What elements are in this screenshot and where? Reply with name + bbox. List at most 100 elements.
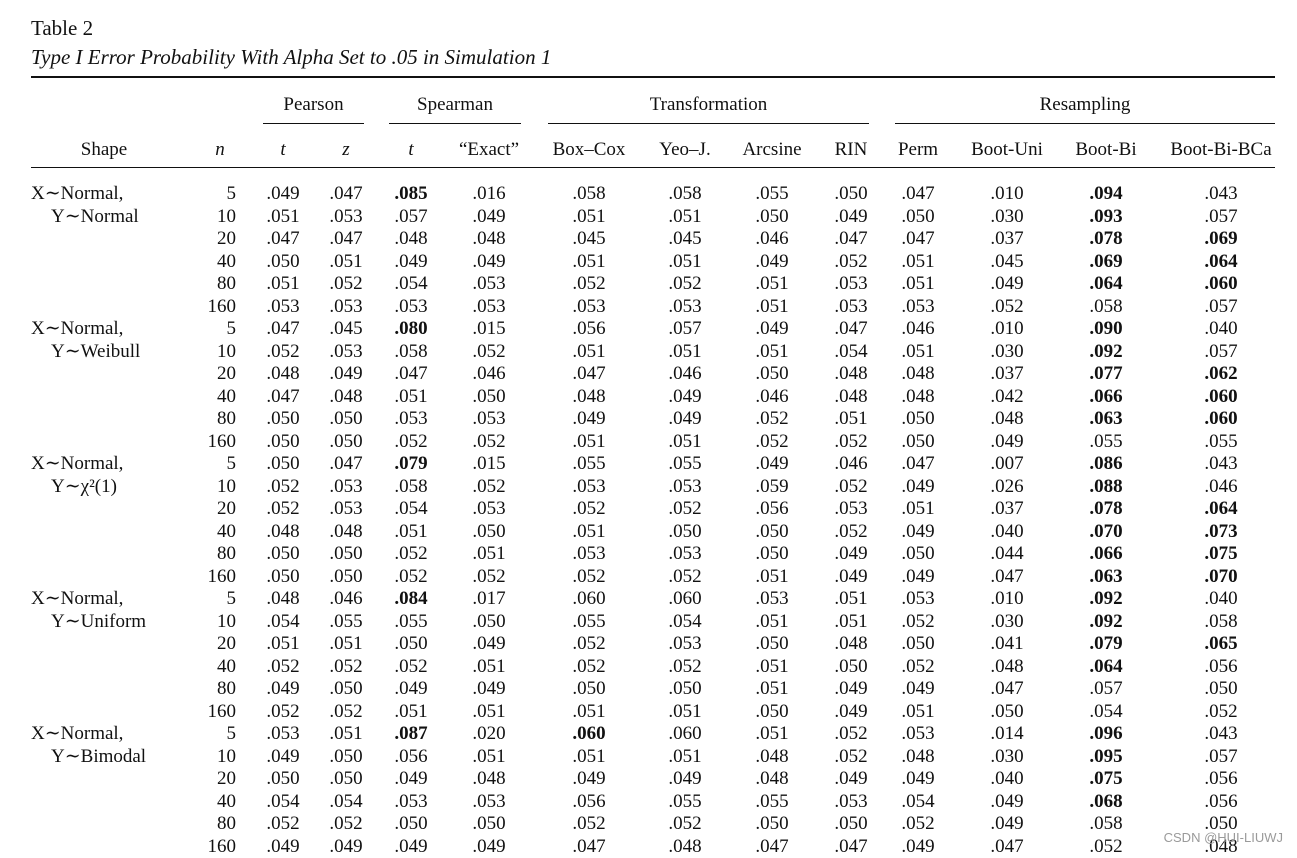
table-cell: .092 — [1089, 588, 1123, 609]
table-cell: .050 — [329, 430, 363, 452]
table-cell: .052 — [572, 813, 606, 834]
table-cell: .050 — [668, 678, 702, 699]
table-cell: .063 — [1089, 408, 1123, 429]
table-cell: .051 — [266, 633, 300, 654]
table-cell: .051 — [901, 250, 935, 272]
table-cell: .058 — [572, 183, 606, 204]
table-cell: .049 — [472, 835, 506, 857]
table-cell: .052 — [834, 475, 868, 497]
table-cell: .052 — [266, 340, 300, 362]
table-cell: .049 — [834, 678, 868, 699]
table-cell: .047 — [990, 565, 1024, 587]
table-cell: .049 — [901, 565, 935, 587]
shape-label: Y∼Normal — [51, 205, 139, 227]
table-cell: .053 — [394, 408, 428, 429]
table-cell: .049 — [755, 250, 789, 272]
table-cell: .051 — [472, 700, 506, 722]
table-cell: .010 — [990, 318, 1024, 339]
table-cell: .057 — [1204, 745, 1238, 767]
table-cell: .087 — [394, 723, 428, 744]
group-header: Pearson — [283, 94, 344, 115]
table-cell: .052 — [755, 408, 789, 429]
table-cell: .053 — [572, 475, 606, 497]
table-cell: .055 — [572, 453, 606, 474]
table-cell: .046 — [329, 588, 363, 609]
table-cell: .058 — [1204, 610, 1238, 632]
shape-label: Y∼Bimodal — [51, 745, 147, 767]
table-cell: .051 — [394, 700, 428, 722]
table-cell: .090 — [1089, 318, 1123, 339]
table-cell: .045 — [329, 318, 363, 339]
table-cell: .050 — [394, 633, 428, 654]
table-cell: .047 — [394, 363, 428, 384]
table-cell: .052 — [834, 745, 868, 767]
table-cell: .053 — [472, 273, 506, 294]
table-cell: .073 — [1204, 520, 1238, 542]
shape-label: X∼Normal, — [31, 453, 124, 474]
table-cell: .050 — [901, 205, 935, 227]
table-cell: .051 — [834, 610, 868, 632]
watermark: CSDN @HUI-LIUWJ — [1163, 830, 1283, 845]
table-cell: .010 — [990, 183, 1024, 204]
table-cell: .049 — [901, 475, 935, 497]
table-cell: .046 — [472, 363, 506, 384]
table-cell: .055 — [394, 610, 428, 632]
table-cell: .048 — [668, 835, 702, 857]
table-cell: .050 — [329, 768, 363, 789]
table-cell: .050 — [572, 678, 606, 699]
table-cell: .096 — [1089, 723, 1123, 744]
table-cell: .051 — [266, 273, 300, 294]
table-cell: .060 — [572, 723, 606, 744]
table-cell: .056 — [755, 498, 789, 519]
table-cell: .046 — [834, 453, 868, 474]
table-cell: .054 — [394, 273, 428, 294]
shape-label: Y∼Uniform — [51, 610, 147, 632]
table-cell: .047 — [266, 228, 300, 249]
table-cell: .050 — [755, 543, 789, 564]
table-cell: .085 — [394, 183, 428, 204]
table-cell: .053 — [266, 295, 300, 317]
table-cell: .047 — [834, 228, 868, 249]
shape-label: X∼Normal, — [31, 183, 124, 204]
table-cell: .048 — [329, 520, 363, 542]
table-cell: .052 — [668, 498, 702, 519]
table-cell: .017 — [472, 588, 506, 609]
table-cell: .048 — [901, 363, 935, 384]
table-cell: .049 — [901, 768, 935, 789]
table-cell: .045 — [990, 250, 1024, 272]
table-cell: .060 — [1204, 408, 1238, 429]
table-cell: .051 — [755, 273, 789, 294]
table-cell: .016 — [472, 183, 506, 204]
table-cell: .053 — [668, 475, 702, 497]
table-cell: .049 — [834, 565, 868, 587]
table-cell: .048 — [394, 228, 428, 249]
table-cell: .068 — [1089, 790, 1123, 812]
table-cell: .049 — [990, 430, 1024, 452]
row-n: 80 — [217, 273, 236, 294]
row-n: 80 — [217, 678, 236, 699]
table-cell: .051 — [755, 340, 789, 362]
table-cell: .080 — [394, 318, 428, 339]
table-cell: .014 — [990, 723, 1024, 744]
table-cell: .055 — [668, 453, 702, 474]
table-cell: .052 — [266, 700, 300, 722]
column-header: Boot-Bi-BCa — [1170, 139, 1272, 160]
table-cell: .053 — [472, 790, 506, 812]
table-cell: .047 — [329, 228, 363, 249]
table-cell: .050 — [266, 250, 300, 272]
table-cell: .075 — [1089, 768, 1123, 789]
table-cell: .045 — [572, 228, 606, 249]
table-cell: .048 — [266, 588, 300, 609]
row-n: 40 — [217, 385, 236, 407]
table-cell: .050 — [990, 700, 1024, 722]
table-cell: .049 — [472, 633, 506, 654]
table-cell: .049 — [834, 700, 868, 722]
table-cell: .042 — [990, 385, 1024, 407]
table-cell: .066 — [1089, 543, 1123, 564]
table-cell: .050 — [329, 745, 363, 767]
table-cell: .049 — [472, 250, 506, 272]
table-cell: .052 — [329, 655, 363, 677]
group-rule — [389, 123, 521, 124]
table-cell: .047 — [572, 835, 606, 857]
table-cell: .049 — [901, 520, 935, 542]
